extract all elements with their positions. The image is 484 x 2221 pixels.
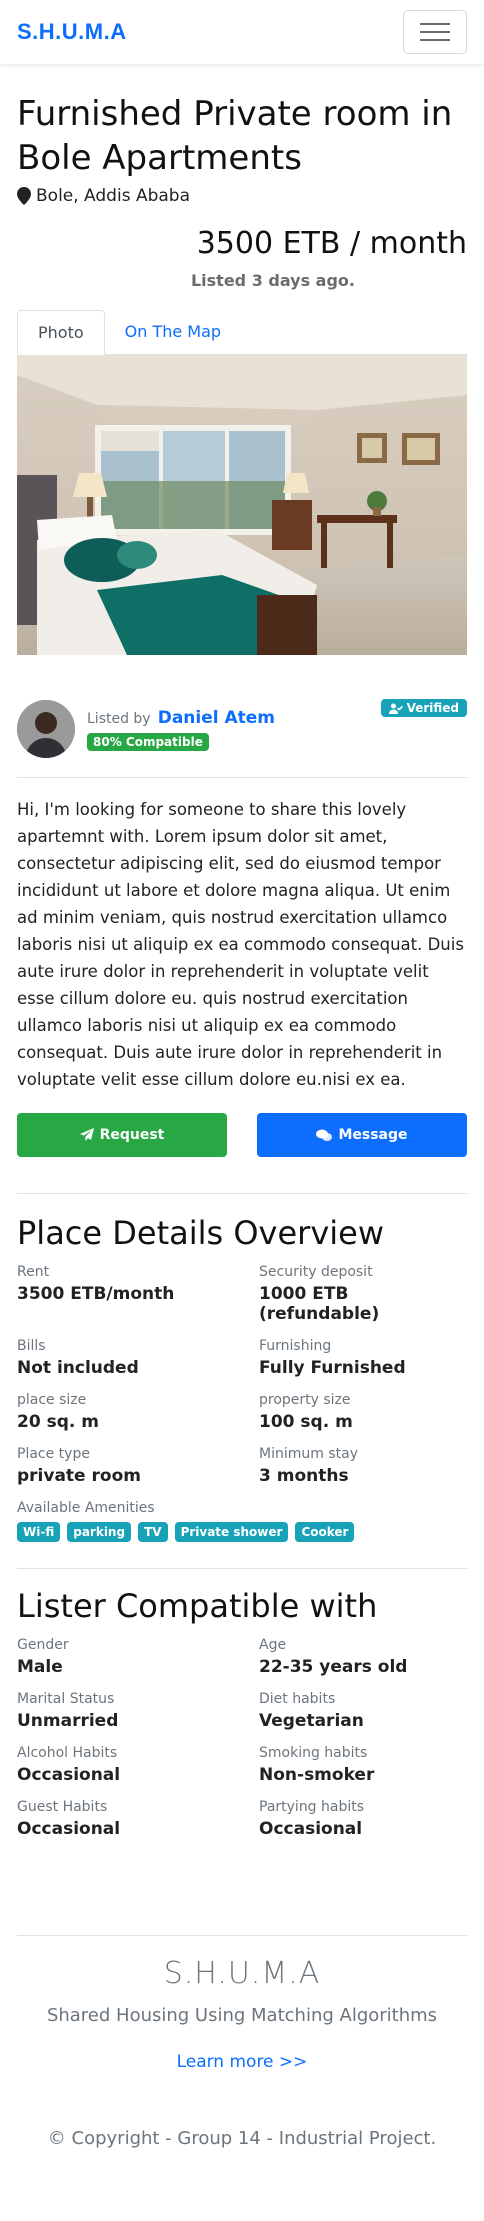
- compat-marital-status: Marital Status Unmarried: [17, 1691, 119, 1731]
- avatar[interactable]: [17, 700, 75, 758]
- detail-security-deposit: Security deposit 1000 ETB (refundable): [259, 1264, 380, 1324]
- compatibility-badge: 80% Compatible: [87, 732, 209, 751]
- verified-badge: Verified: [380, 699, 467, 717]
- lister-name-link[interactable]: Daniel Atem: [158, 708, 275, 728]
- message-label: Message: [338, 1127, 408, 1143]
- amenity-badge: Private shower: [174, 1522, 289, 1542]
- detail-property-size: property size 100 sq. m: [259, 1392, 353, 1432]
- action-buttons: Request Message: [17, 1113, 467, 1157]
- detail-place-size: place size 20 sq. m: [17, 1392, 99, 1432]
- compat-guest: Guest Habits Occasional: [17, 1799, 121, 1839]
- amenity-badge: TV: [138, 1522, 168, 1542]
- compatibility-section: Lister Compatible with Gender Male Age 22-…: [17, 1587, 467, 1839]
- request-button[interactable]: Request: [17, 1113, 227, 1157]
- listing-photo[interactable]: [17, 355, 467, 655]
- bedroom-photo-image: [17, 355, 467, 655]
- footer: S.H.U.M.A Shared Housing Using Matching …: [17, 1935, 467, 2179]
- listing-title: Furnished Private room in Bole Apartment…: [17, 94, 453, 178]
- menu-toggle-button[interactable]: [403, 10, 467, 54]
- navbar: S.H.U.M.A: [0, 0, 484, 64]
- detail-place-type: Place type private room: [17, 1446, 141, 1486]
- footer-brand: S.H.U.M.A: [163, 1956, 321, 1991]
- amenity-badge: Cooker: [295, 1522, 355, 1542]
- compat-diet: Diet habits Vegetarian: [259, 1691, 364, 1731]
- main-content: Furnished Private room in Bole Apartment…: [0, 92, 484, 2179]
- learn-more-link[interactable]: Learn more >>: [17, 2052, 467, 2072]
- user-check-icon: [388, 703, 403, 714]
- request-label: Request: [99, 1127, 165, 1143]
- amenity-badge: parking: [67, 1522, 132, 1542]
- listing-price: 3500 ETB / month: [196, 226, 467, 261]
- listed-ago: Listed 3 days ago.: [190, 271, 355, 290]
- detail-furnishing: Furnishing Fully Furnished: [259, 1338, 406, 1378]
- divider: [17, 1568, 467, 1569]
- compat-partying: Partying habits Occasional: [259, 1799, 365, 1839]
- listing-location: Bole, Addis Ababa: [17, 186, 467, 206]
- comments-icon: [316, 1129, 333, 1141]
- compatibility-heading: Lister Compatible with: [17, 1587, 378, 1625]
- detail-minimum-stay: Minimum stay 3 months: [259, 1446, 358, 1486]
- place-details-section: Place Details Overview Rent 3500 ETB/mont…: [17, 1214, 467, 1542]
- divider: [17, 777, 467, 778]
- paper-plane-icon: [79, 1128, 94, 1141]
- detail-bills: Bills Not included: [17, 1338, 139, 1378]
- compat-alcohol: Alcohol Habits Occasional: [17, 1745, 121, 1785]
- listing-description: Hi, I'm looking for someone to share thi…: [17, 800, 464, 1089]
- compat-smoking: Smoking habits Non-smoker: [259, 1745, 375, 1785]
- detail-rent: Rent 3500 ETB/month: [17, 1264, 175, 1304]
- amenities-label: Available Amenities: [17, 1500, 155, 1516]
- brand-logo[interactable]: S.H.U.M.A: [17, 19, 127, 45]
- footer-subtitle: Shared Housing Using Matching Algorithms: [46, 2005, 438, 2026]
- map-marker-icon: [17, 187, 31, 205]
- amenity-badge: Wi-fi: [17, 1522, 61, 1542]
- compat-age: Age 22-35 years old: [259, 1637, 408, 1677]
- tab-photo[interactable]: Photo: [17, 310, 105, 355]
- listed-by-label: Listed by: [87, 710, 151, 727]
- amenities-list: Wi-fi parking TV Private shower Cooker: [17, 1522, 467, 1542]
- copyright: © Copyright - Group 14 - Industrial Proj…: [47, 2128, 437, 2149]
- lister-card: Listed by Daniel Atem 80% Compatible Ver…: [17, 699, 467, 759]
- place-details-heading: Place Details Overview: [17, 1214, 385, 1252]
- message-button[interactable]: Message: [257, 1113, 467, 1157]
- avatar-image: [17, 700, 75, 758]
- compatibility-grid: Gender Male Age 22-35 years old Marital St…: [17, 1637, 467, 1839]
- media-tabs: Photo On The Map: [17, 310, 467, 355]
- place-details-grid: Rent 3500 ETB/month Security deposit 1000 …: [17, 1264, 467, 1486]
- lister-info: Listed by Daniel Atem 80% Compatible: [87, 708, 275, 751]
- location-text: Bole, Addis Ababa: [36, 186, 190, 206]
- hamburger-icon: [420, 23, 450, 25]
- divider: [17, 1193, 467, 1194]
- verified-label: Verified: [406, 701, 459, 715]
- tab-on-the-map[interactable]: On The Map: [105, 310, 241, 354]
- compat-gender: Gender Male: [17, 1637, 69, 1677]
